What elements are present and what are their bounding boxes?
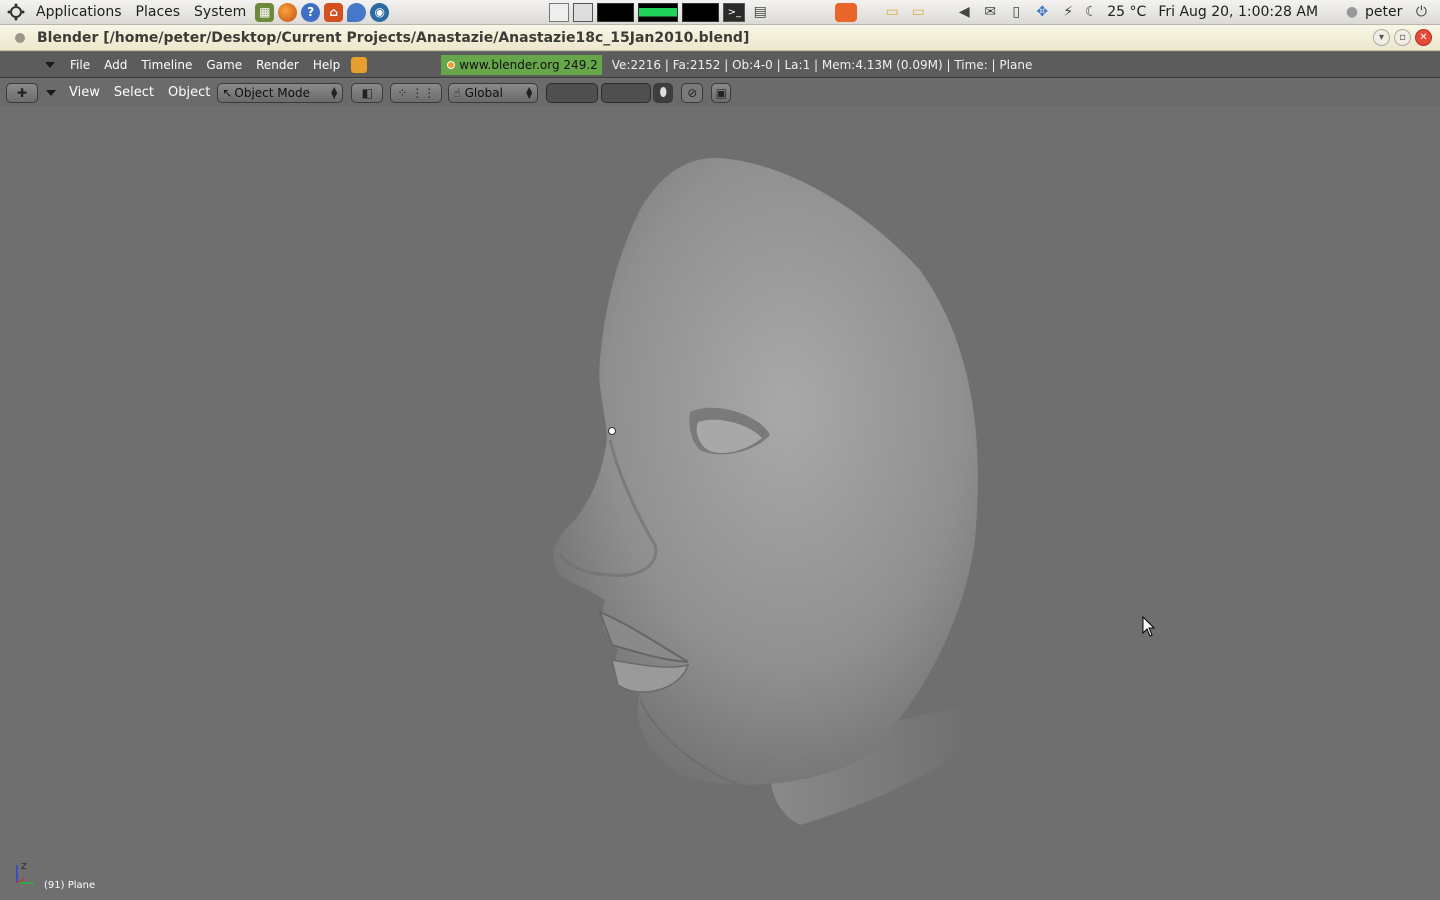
window-type-icon[interactable]: ✚ [6,82,38,103]
blender-info-header: File Add Timeline Game Render Help www.b… [0,52,1440,78]
cpu-graph-applet [597,2,635,22]
occlusion-icon[interactable]: ⊘ [681,82,704,103]
dictionary-icon[interactable]: ▯ [1006,3,1026,22]
temperature-label[interactable]: 25 °C [1101,4,1152,20]
layer-buttons-2[interactable] [601,82,652,103]
axis-z-label: Z [21,862,27,871]
firefox-launcher-icon[interactable] [278,2,298,22]
terminal-launcher-icon[interactable]: >_ [723,2,746,22]
menu-object[interactable]: Object [161,85,217,100]
network-graph-applet [682,2,720,22]
blender-logo-icon [447,60,456,69]
orientation-dropdown[interactable]: ☝ Global ▲ ▼ [448,82,539,103]
head-model [553,158,978,825]
show-desktop-icon[interactable]: ▤ [750,3,770,22]
weather-moon-icon: ☾ [1084,4,1098,20]
minimize-button[interactable]: ▾ [1373,29,1390,46]
menu-add[interactable]: Add [97,58,134,72]
lock-layers-icon[interactable]: ⬮ [653,82,674,103]
blender-url-badge: www.blender.org 249.2 [441,54,602,75]
blender-url: www.blender.org 249.2 [459,57,598,72]
mouse-cursor-icon [1142,616,1156,637]
mail-icon[interactable]: ✉ [980,3,1000,22]
folder2-tray-icon[interactable]: ▭ [908,3,928,22]
menu-render[interactable]: Render [249,58,306,72]
power-plug-icon[interactable]: ⚡ [1058,3,1078,22]
window-titlebar[interactable]: Blender [/home/peter/Desktop/Current Pro… [0,25,1440,51]
maximize-button[interactable]: ▫ [1394,29,1411,46]
help-launcher-icon[interactable]: ? [301,2,321,22]
mode-dropdown[interactable]: ↖ Object Mode ▲ ▼ [217,82,344,103]
window-title: Blender [/home/peter/Desktop/Current Pro… [37,29,750,46]
orientation-value: Global [464,85,503,100]
close-button[interactable]: ✕ [1415,29,1432,46]
file-manager-launcher-icon[interactable]: ▦ [255,2,275,22]
mode-value: Object Mode [234,85,310,100]
header-collapse-icon[interactable] [45,61,55,68]
menu-timeline[interactable]: Timeline [134,58,199,72]
scene-stats: Ve:2216 | Fa:2152 | Ob:4-0 | La:1 | Mem:… [611,57,1033,72]
home-folder-launcher-icon[interactable]: ⌂ [324,2,344,22]
workspace-switcher-icon[interactable] [549,2,570,22]
menu-game[interactable]: Game [199,58,249,72]
dropbox-icon[interactable]: ✥ [1032,3,1052,22]
window-menu-icon[interactable] [15,32,25,43]
update-manager-launcher-icon[interactable]: ◉ [370,2,390,22]
folder-tray-icon[interactable]: ▭ [882,3,902,22]
draw-type-icon[interactable]: ◧ [351,82,384,103]
shutdown-icon[interactable]: ⏻ [1411,3,1431,22]
manipulator-hand-icon: ☝ [453,85,461,100]
user-name[interactable]: peter [1365,4,1408,20]
volume-icon[interactable]: ◀ [954,3,974,22]
viewport-header-collapse-icon[interactable] [46,89,56,96]
gnome-top-panel: Applications Places System ▦ ? ⌂ ◉ >_ ▤ … [0,0,1440,25]
clock[interactable]: Fri Aug 20, 1:00:28 AM [1152,4,1324,20]
face-surface [553,158,978,785]
menu-file[interactable]: File [63,58,97,72]
object-origin-dot [608,427,616,435]
applications-menu[interactable]: Applications [29,4,129,20]
layer-buttons-1[interactable] [546,82,599,103]
menu-select[interactable]: Select [107,85,161,100]
system-menu[interactable]: System [187,4,253,20]
menu-view[interactable]: View [62,85,107,100]
system-monitor-applet-icon[interactable] [573,2,594,22]
gnome-foot-icon[interactable] [6,3,26,22]
viewport-header: ✚ View Select Object ↖ Object Mode ▲ ▼ ◧ … [0,79,1440,106]
object-mode-icon: ↖ [222,85,233,100]
pidgin-launcher-icon[interactable] [347,2,367,22]
pivot-point-icon[interactable]: ⁘ ⋮⋮ [390,82,443,103]
3d-viewport[interactable]: Z (91) Plane [0,106,1440,900]
object-status-text: (91) Plane [44,880,96,891]
menu-help[interactable]: Help [306,58,347,72]
memory-graph-applet [638,2,679,22]
window-list-item-icon[interactable] [835,2,858,22]
render-preview-icon[interactable]: ▣ [711,82,732,103]
screen-icon[interactable] [351,56,368,73]
places-menu[interactable]: Places [129,4,188,20]
user-status-icon: ● [1345,4,1359,20]
axis-gizmo: Z [16,862,34,884]
